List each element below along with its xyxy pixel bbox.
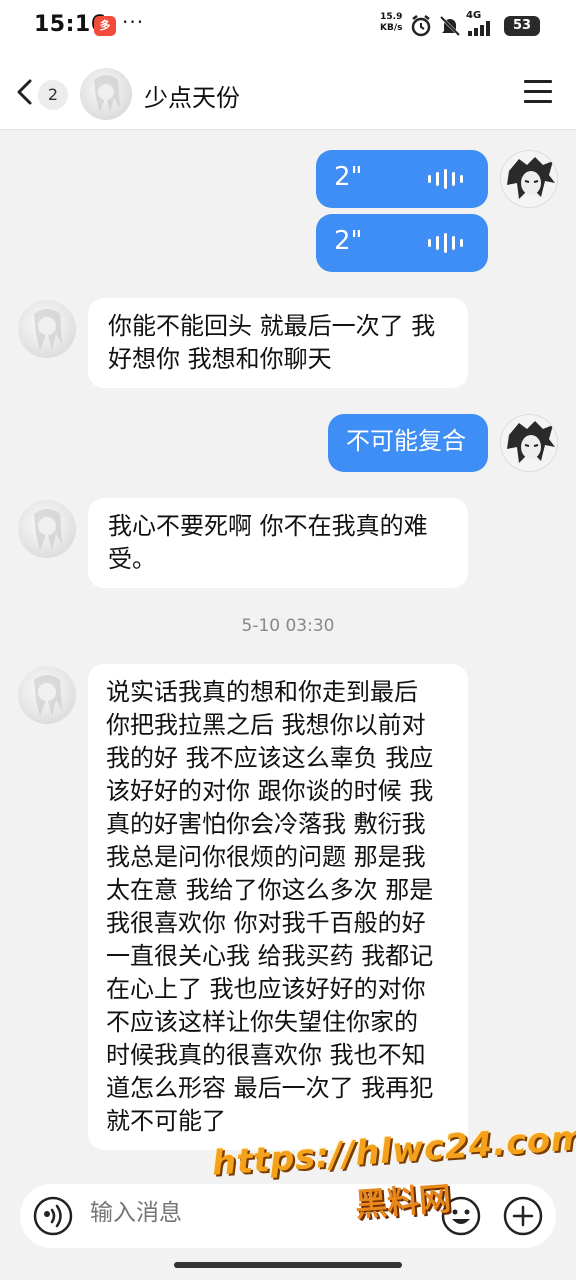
contact-message-avatar[interactable] <box>18 500 76 558</box>
incoming-message[interactable]: 我心不要死啊 你不在我真的难 受。 <box>88 498 468 588</box>
voice-duration: 2" <box>334 226 363 256</box>
mute-bell-icon <box>439 15 461 37</box>
message-line: 不应该这样让你失望住你家的 <box>106 1008 418 1036</box>
message-line: 你能不能回头 就最后一次了 我 <box>108 312 436 340</box>
message-line: 我心不要死啊 你不在我真的难 <box>108 512 428 540</box>
app-notification-icon: 多 <box>94 16 116 36</box>
chat-header: 2 少点天份 <box>0 54 576 130</box>
status-bar: 15:16 多 ··· 15.9 KB/s 4G 53 <box>0 0 576 54</box>
message-line: 你把我拉黑之后 我想你以前对 <box>106 711 426 739</box>
sound-wave-icon <box>428 169 463 189</box>
network-speed-value: 15.9 <box>380 12 403 22</box>
contact-message-avatar[interactable] <box>18 300 76 358</box>
anime-boy-avatar-icon <box>507 421 555 463</box>
incoming-message[interactable]: 说实话我真的想和你走到最后 你把我拉黑之后 我想你以前对 我的好 我不应该这么辜… <box>88 664 468 1150</box>
message-line: 真的好害怕你会冷落我 敷衍我 <box>106 810 426 838</box>
home-indicator[interactable] <box>174 1262 402 1268</box>
message-line: 好想你 我想和你聊天 <box>108 345 332 373</box>
message-timestamp: 5-10 03:30 <box>241 616 335 636</box>
contact-name: 少点天份 <box>144 84 240 112</box>
voice-input-toggle[interactable] <box>32 1195 74 1237</box>
anime-girl-avatar-icon <box>34 509 62 550</box>
anime-boy-avatar-icon <box>507 157 555 199</box>
alarm-icon <box>411 15 431 37</box>
message-line: 我的好 我不应该这么辜负 我应 <box>106 744 434 772</box>
menu-button[interactable] <box>524 80 558 106</box>
incoming-message[interactable]: 你能不能回头 就最后一次了 我 好想你 我想和你聊天 <box>88 298 468 388</box>
contact-message-avatar[interactable] <box>18 666 76 724</box>
self-avatar[interactable] <box>500 414 558 472</box>
contact-avatar[interactable] <box>80 68 132 120</box>
anime-girl-avatar-icon <box>94 75 120 112</box>
voice-message[interactable]: 2" <box>316 214 488 272</box>
message-line: 时候我真的很喜欢你 我也不知 <box>106 1041 426 1069</box>
network-speed: 15.9 KB/s <box>380 12 402 34</box>
message-line: 一直很关心我 给我买药 我都记 <box>106 942 434 970</box>
anime-girl-avatar-icon <box>34 309 62 350</box>
sound-wave-icon <box>428 233 463 253</box>
network-speed-unit: KB/s <box>380 23 403 33</box>
menu-icon-line <box>524 80 552 83</box>
anime-girl-avatar-icon <box>34 675 62 716</box>
message-line: 我总是问你很烦的问题 那是我 <box>106 843 426 871</box>
message-line: 道怎么形容 最后一次了 我再犯 <box>106 1074 434 1102</box>
message-line: 在心上了 我也应该好好的对你 <box>106 975 426 1003</box>
voice-duration: 2" <box>334 162 363 192</box>
menu-icon-line <box>524 100 552 103</box>
message-line: 受。 <box>108 545 156 573</box>
battery-indicator: 53 <box>504 16 540 36</box>
signal-icon <box>468 21 490 36</box>
watermark-name: 黑料网 <box>353 1179 453 1225</box>
unread-count-badge[interactable]: 2 <box>38 80 68 110</box>
outgoing-message[interactable]: 不可能复合 <box>328 414 488 472</box>
message-line: 我很喜欢你 你对我千百般的好 <box>106 909 426 937</box>
more-notifications-icon: ··· <box>122 10 145 34</box>
voice-message[interactable]: 2" <box>316 150 488 208</box>
message-line: 说实话我真的想和你走到最后 <box>106 678 418 706</box>
menu-icon-line <box>524 90 552 93</box>
message-line: 太在意 我给了你这么多次 那是 <box>106 876 434 904</box>
self-avatar[interactable] <box>500 150 558 208</box>
message-line: 该好好的对你 跟你谈的时候 我 <box>106 777 434 805</box>
back-button[interactable] <box>10 76 40 108</box>
